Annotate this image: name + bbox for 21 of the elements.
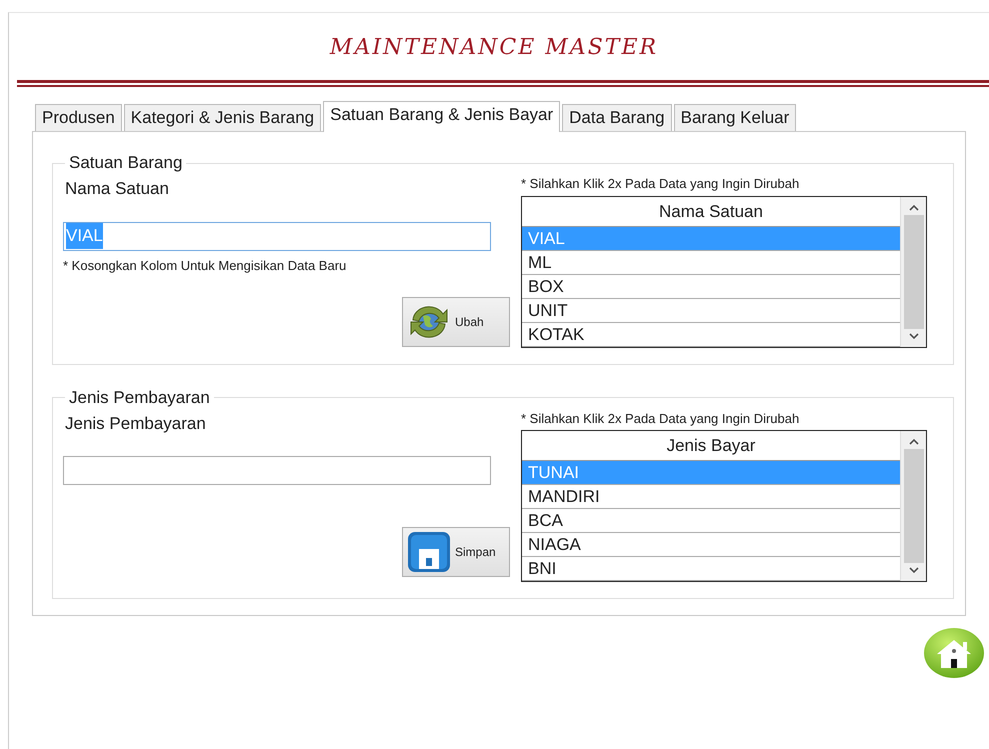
tab[interactable]: Produsen bbox=[35, 104, 122, 131]
instruction-text: * Silahkan Klik 2x Pada Data yang Ingin Dirubah bbox=[521, 410, 800, 428]
grid-row[interactable]: ML bbox=[522, 250, 900, 274]
grid-row[interactable]: NIAGA bbox=[522, 533, 900, 557]
grid-row[interactable]: BOX bbox=[522, 274, 900, 298]
field-label: Nama Satuan bbox=[65, 178, 170, 200]
grid-row[interactable]: UNIT bbox=[522, 298, 900, 322]
tab[interactable]: Barang Keluar bbox=[674, 104, 796, 131]
grid-row[interactable]: MANDIRI bbox=[522, 485, 900, 509]
grid-row[interactable]: BCA bbox=[522, 509, 900, 533]
grid-row[interactable]: BNI bbox=[522, 557, 900, 581]
grid-row[interactable]: KOTAK bbox=[522, 322, 900, 346]
field-label: Jenis Pembayaran bbox=[65, 412, 207, 434]
tab[interactable]: Satuan Barang & Jenis Bayar bbox=[323, 101, 560, 132]
update-button[interactable]: Ubah bbox=[402, 297, 510, 347]
tab[interactable]: Data Barang bbox=[562, 104, 672, 131]
window-title: MAINTENANCE MASTER bbox=[328, 34, 660, 62]
instruction-text: * Silahkan Klik 2x Pada Data yang Ingin Dirubah bbox=[521, 175, 800, 193]
tab[interactable]: Kategori & Jenis Barang bbox=[124, 104, 322, 131]
save-button[interactable]: Simpan bbox=[402, 527, 510, 577]
hint-text: * Kosongkan Kolom Untuk Mengisikan Data Baru bbox=[63, 256, 348, 275]
